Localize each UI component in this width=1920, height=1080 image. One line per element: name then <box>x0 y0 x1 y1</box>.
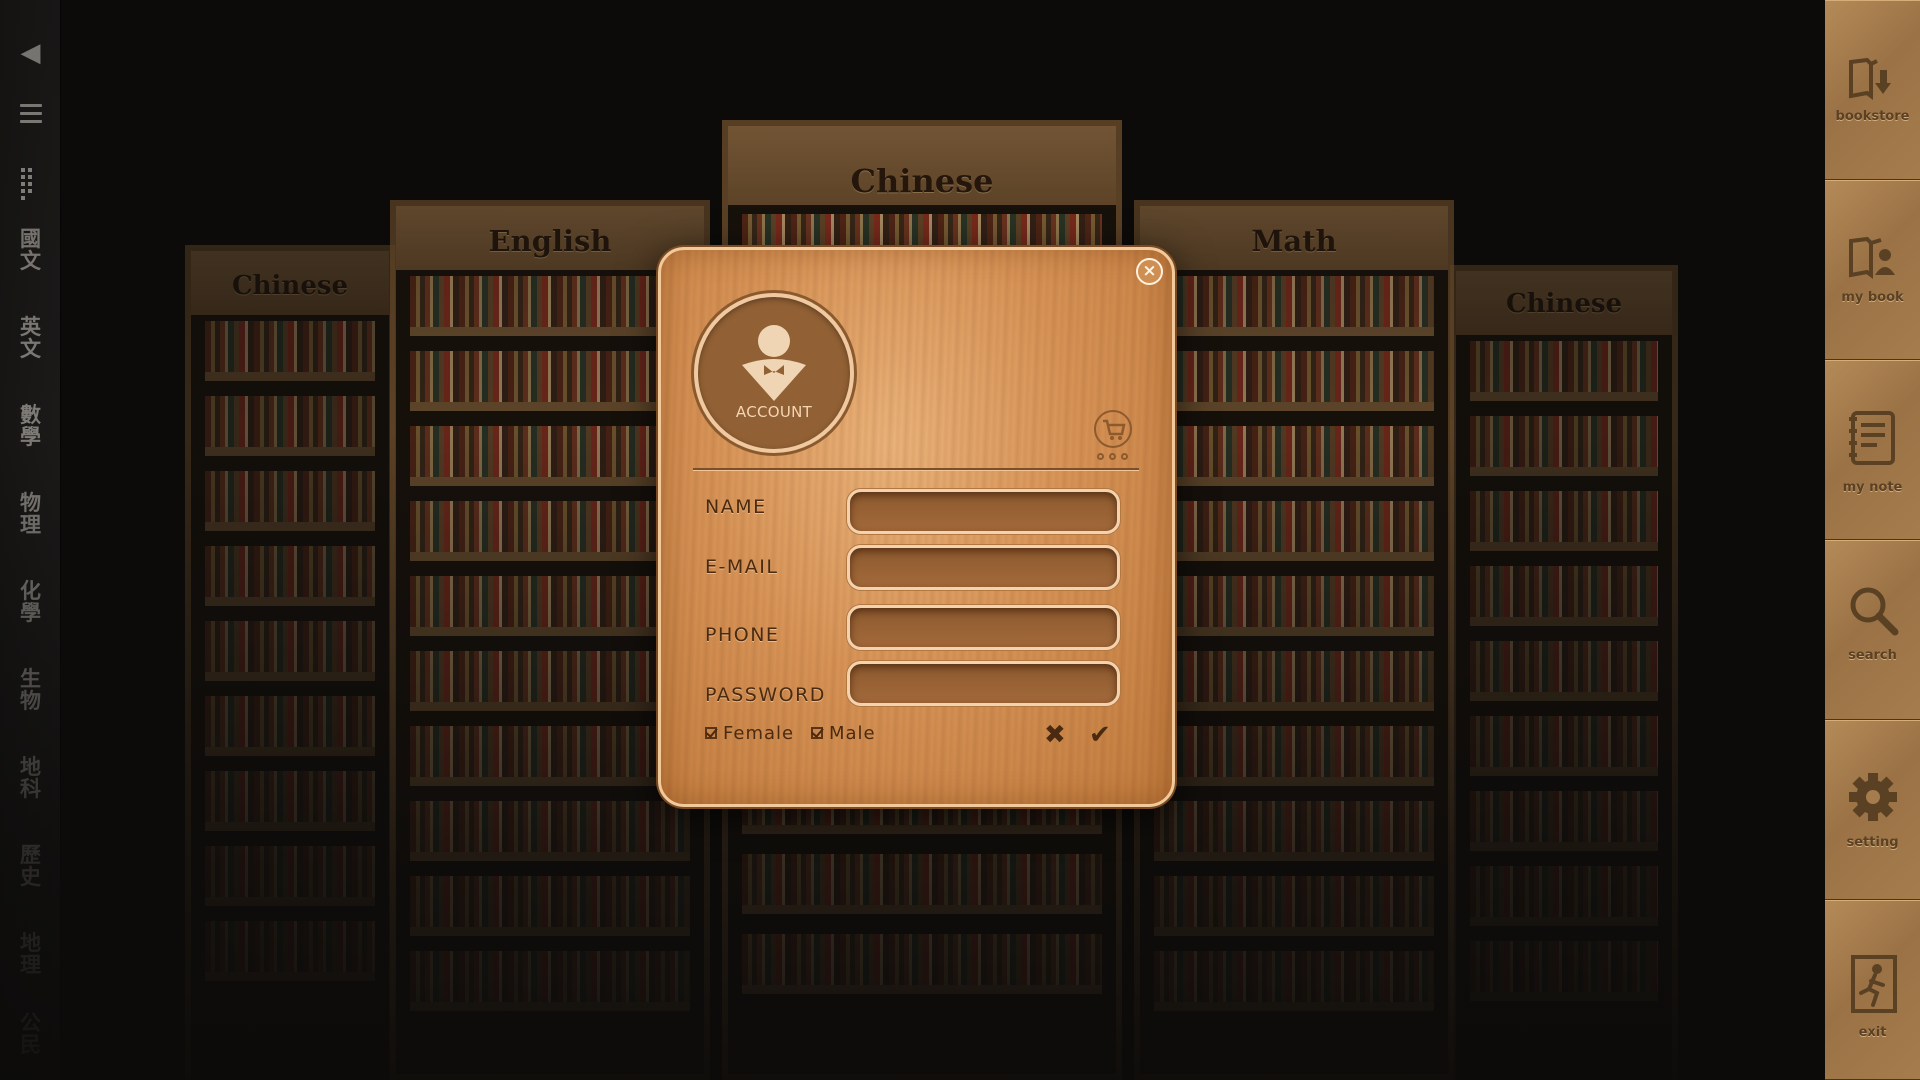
male-label: Male <box>829 723 876 744</box>
grid-icon[interactable] <box>21 168 41 200</box>
x-mark-icon[interactable]: ✖ <box>1044 720 1066 750</box>
cart-icon <box>1103 419 1126 440</box>
subject-history[interactable]: 歷 史 <box>0 844 61 888</box>
book-download-icon <box>1849 57 1891 100</box>
bookshelf-math[interactable]: Math <box>1134 200 1454 1080</box>
checkbox-icon <box>705 727 717 739</box>
female-checkbox[interactable]: Female <box>705 723 794 744</box>
left-sidebar: ◀ 國 文 英 文 數 學 物 理 化 學 生 物 地 科 歷 史 地 理 公 … <box>0 0 61 1080</box>
gear-icon <box>1849 773 1897 821</box>
subject-civics[interactable]: 公 民 <box>0 1012 61 1056</box>
female-label: Female <box>723 723 795 744</box>
email-label: E-MAIL <box>705 556 779 578</box>
phone-label: PHONE <box>705 624 780 646</box>
back-arrow-icon[interactable]: ◀ <box>0 40 61 66</box>
search-button[interactable]: search <box>1825 540 1920 720</box>
shelf-title: Chinese <box>1505 289 1623 319</box>
male-checkbox[interactable]: Male <box>811 723 876 744</box>
subject-english[interactable]: 英 文 <box>0 316 61 360</box>
phone-field[interactable] <box>847 605 1120 650</box>
account-dialog: × ACCOUNT NAME E-MAIL PHONE PASSWORD Fem… <box>658 247 1175 807</box>
book-user-icon <box>1849 236 1895 279</box>
name-label: NAME <box>705 496 767 518</box>
my-note-button[interactable]: my note <box>1825 360 1920 540</box>
shelf-title: Math <box>1251 224 1337 258</box>
bookstore-button[interactable]: bookstore <box>1825 0 1920 180</box>
subject-physics[interactable]: 物 理 <box>0 492 61 536</box>
subject-earth-science[interactable]: 地 科 <box>0 756 61 800</box>
pagination-dots[interactable] <box>1097 453 1137 461</box>
setting-label: setting <box>1846 835 1899 850</box>
hamburger-menu-icon[interactable] <box>20 104 42 124</box>
shelf-title: Chinese <box>850 162 994 200</box>
password-label: PASSWORD <box>705 684 826 706</box>
shelf-title: English <box>488 224 612 258</box>
bookshelf-chinese-right[interactable]: Chinese <box>1450 265 1678 1080</box>
name-field[interactable] <box>847 489 1120 534</box>
setting-button[interactable]: setting <box>1825 720 1920 900</box>
password-field[interactable] <box>847 661 1120 706</box>
exit-label: exit <box>1858 1025 1887 1040</box>
user-icon <box>742 325 806 401</box>
shelf-title: Chinese <box>231 271 349 301</box>
cart-button[interactable] <box>1094 410 1132 448</box>
subject-chemistry[interactable]: 化 學 <box>0 580 61 624</box>
checkbox-icon <box>811 727 823 739</box>
close-icon[interactable]: × <box>1136 258 1163 285</box>
notebook-icon <box>1849 411 1895 465</box>
my-book-button[interactable]: my book <box>1825 180 1920 360</box>
search-icon <box>1850 587 1899 636</box>
bookshelf-chinese-left[interactable]: Chinese <box>185 245 395 1080</box>
right-sidebar: bookstore my book my note search setting… <box>1825 0 1920 1080</box>
email-field[interactable] <box>847 545 1120 590</box>
my-note-label: my note <box>1842 480 1903 495</box>
exit-door-icon <box>1851 955 1897 1013</box>
subject-geography[interactable]: 地 理 <box>0 932 61 976</box>
bookstore-label: bookstore <box>1835 109 1910 124</box>
subject-biology[interactable]: 生 物 <box>0 668 61 712</box>
my-book-label: my book <box>1841 290 1904 305</box>
subject-chinese[interactable]: 國 文 <box>0 228 61 272</box>
account-label: ACCOUNT <box>735 403 813 421</box>
account-avatar[interactable]: ACCOUNT <box>694 293 854 453</box>
divider <box>693 468 1139 470</box>
checkmark-icon[interactable]: ✔ <box>1089 720 1111 750</box>
search-label: search <box>1848 648 1897 663</box>
subject-math[interactable]: 數 學 <box>0 404 61 448</box>
exit-button[interactable]: exit <box>1825 900 1920 1080</box>
